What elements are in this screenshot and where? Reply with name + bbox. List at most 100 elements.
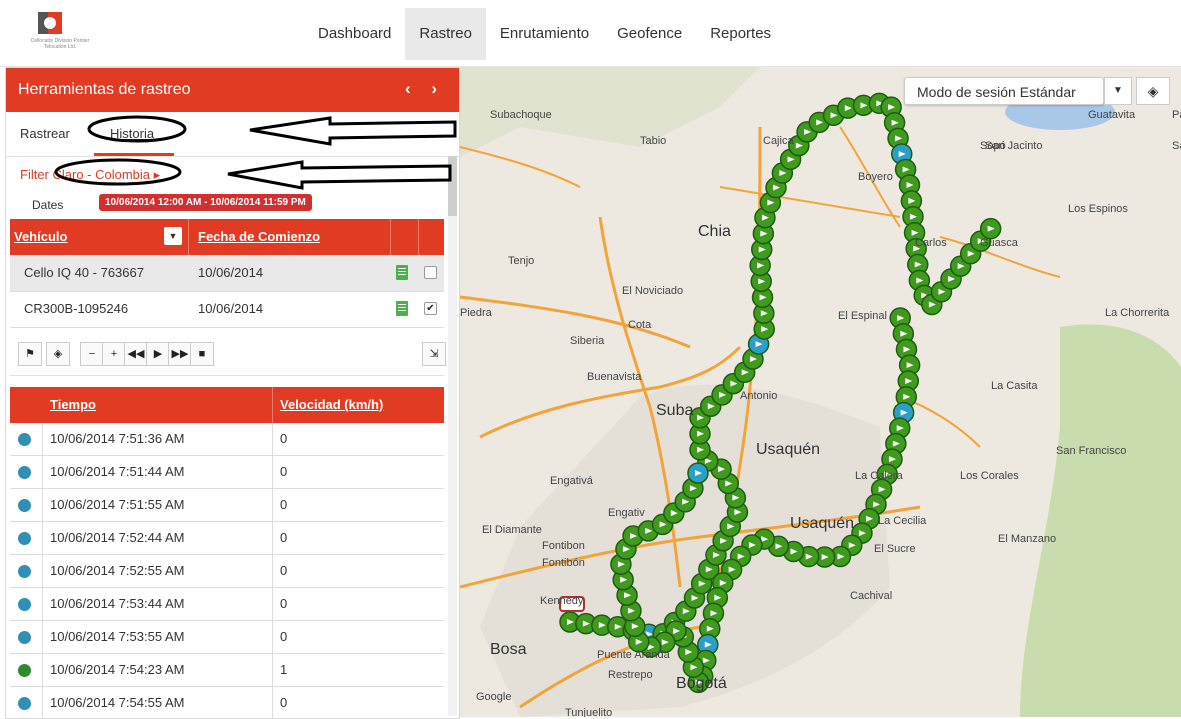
track-row[interactable]: 10/06/2014 7:54:23 AM 1	[10, 654, 444, 687]
track-time: 10/06/2014 7:52:55 AM	[50, 563, 185, 578]
panel-title: Herramientas de rastreo	[18, 81, 191, 98]
map-place-label: Guasca	[980, 237, 1018, 249]
date-range-badge[interactable]: 10/06/2014 12:00 AM - 10/06/2014 11:59 P…	[99, 194, 312, 211]
map-place-label: Los Corales	[960, 470, 1019, 482]
nav-enrutamiento[interactable]: Enrutamiento	[486, 8, 603, 60]
track-speed: 0	[280, 629, 288, 644]
map-place-label: Guatavita	[1088, 109, 1136, 121]
column-divider	[42, 423, 43, 455]
nav-rastreo[interactable]: Rastreo	[405, 8, 486, 60]
map-place-label: Restrepo	[608, 669, 653, 681]
filter-link[interactable]: Filter Claro - Colombia ▸	[20, 167, 160, 183]
track-row[interactable]: 10/06/2014 7:53:44 AM 0	[10, 588, 444, 621]
track-row[interactable]: 10/06/2014 7:51:36 AM 0	[10, 423, 444, 456]
track-speed: 0	[280, 695, 288, 710]
panel-scrollbar[interactable]	[448, 156, 457, 716]
nav-reportes[interactable]: Reportes	[696, 8, 785, 60]
map-place-label: Cachival	[850, 590, 893, 602]
zoom-out-icon[interactable]: −	[80, 342, 104, 366]
column-divider	[272, 555, 273, 587]
map-place-label: Buenavista	[587, 371, 642, 383]
map-view[interactable]: SubachoqueTabioCajicaGuatavitaPaSopóSan …	[460, 67, 1181, 717]
map-place-label: San Francisco	[1056, 445, 1127, 457]
moving-status-icon	[18, 664, 31, 677]
play-icon[interactable]: ▶	[146, 342, 170, 366]
panel-header: Herramientas de rastreo ‹ ›	[6, 68, 459, 112]
stop-status-icon	[18, 532, 31, 545]
column-divider	[272, 423, 273, 455]
vehicle-checkbox[interactable]	[424, 266, 437, 279]
tab-rastrear[interactable]: Rastrear	[20, 126, 70, 141]
track-time: 10/06/2014 7:51:36 AM	[50, 431, 185, 446]
vehicle-dropdown-caret-icon[interactable]: ▼	[164, 227, 182, 245]
map-place-label: Tabio	[640, 135, 667, 147]
map-place-label: Cota	[628, 319, 652, 331]
map-place-label: El Diamante	[482, 524, 542, 536]
nav-dashboard[interactable]: Dashboard	[304, 8, 405, 60]
tab-historia[interactable]: Historia	[110, 126, 154, 141]
vehicle-checkbox[interactable]: ✔	[424, 302, 437, 315]
column-divider	[272, 654, 273, 686]
stop-status-icon	[18, 697, 31, 710]
track-row[interactable]: 10/06/2014 7:54:55 AM 0	[10, 687, 444, 718]
map-place-label: Bosa	[490, 641, 527, 658]
map-canvas	[460, 67, 1181, 717]
map-place-label: Boyero	[858, 171, 893, 183]
column-divider	[390, 219, 391, 255]
vehicle-column-header[interactable]: Vehículo	[14, 229, 67, 244]
stop-status-icon	[18, 466, 31, 479]
export-icon[interactable]: ⇲	[422, 342, 446, 366]
track-row[interactable]: 10/06/2014 7:52:44 AM 0	[10, 522, 444, 555]
time-column-header[interactable]: Tiempo	[50, 397, 96, 412]
map-place-label: Sar	[1172, 140, 1181, 152]
vehicle-row[interactable]: CR300B-1095246 10/06/2014 ✔	[10, 291, 444, 328]
session-mode-caret-icon[interactable]: ▼	[1104, 77, 1132, 105]
map-place-label: El Noviciado	[622, 285, 684, 297]
visibility-toggle-icon[interactable]: ◈	[1136, 77, 1170, 105]
speed-column-header[interactable]: Velocidad (km/h)	[280, 397, 383, 412]
map-place-label: Kennedy	[540, 595, 584, 607]
main-nav: Dashboard Rastreo Enrutamiento Geofence …	[304, 8, 785, 60]
dates-label: Dates	[32, 198, 64, 212]
track-speed: 0	[280, 464, 288, 479]
track-row[interactable]: 10/06/2014 7:52:55 AM 0	[10, 555, 444, 588]
hide-icon[interactable]: ◈	[46, 342, 70, 366]
nav-geofence[interactable]: Geofence	[603, 8, 696, 60]
active-tab-indicator	[94, 153, 174, 156]
report-doc-icon[interactable]	[396, 301, 408, 316]
column-divider	[272, 522, 273, 554]
session-mode-select[interactable]: Modo de sesión Estándar	[904, 77, 1104, 105]
zoom-in-icon[interactable]: +	[102, 342, 126, 366]
logo-mark-icon	[38, 12, 62, 34]
panel-collapse-arrows-icon[interactable]: ‹ ›	[405, 79, 445, 99]
logo-text: Cellocator Division Pointer Telocation L…	[30, 38, 90, 50]
rewind-icon[interactable]: ◀◀	[124, 342, 148, 366]
map-place-label: Tenjo	[508, 255, 535, 267]
track-speed: 1	[280, 662, 288, 677]
vehicle-start-date: 10/06/2014	[198, 265, 264, 280]
track-speed: 0	[280, 530, 288, 545]
map-place-label: El Manzano	[998, 533, 1057, 545]
track-row[interactable]: 10/06/2014 7:53:55 AM 0	[10, 621, 444, 654]
map-place-label: Los Espinos	[1068, 203, 1128, 215]
map-place-label: Google	[476, 691, 512, 703]
map-place-label: Usaquén	[790, 515, 855, 532]
map-place-label: Bogotá	[676, 675, 727, 692]
map-place-label: Puente Aranda	[597, 649, 670, 661]
track-row[interactable]: 10/06/2014 7:51:55 AM 0	[10, 489, 444, 522]
column-divider	[42, 654, 43, 686]
column-divider	[42, 621, 43, 653]
report-doc-icon[interactable]	[396, 265, 408, 280]
fast-forward-icon[interactable]: ▶▶	[168, 342, 192, 366]
map-place-label: San Jacinto	[985, 140, 1043, 152]
map-place-label: Suba	[656, 402, 694, 419]
vehicle-row[interactable]: Cello IQ 40 - 763667 10/06/2014	[10, 255, 444, 292]
column-divider	[42, 489, 43, 521]
panel-scrollbar-thumb[interactable]	[448, 156, 457, 216]
track-row[interactable]: 10/06/2014 7:51:44 AM 0	[10, 456, 444, 489]
stop-icon[interactable]: ■	[190, 342, 214, 366]
flag-icon[interactable]: ⚑	[18, 342, 42, 366]
start-date-column-header[interactable]: Fecha de Comienzo	[198, 229, 320, 244]
column-divider	[272, 456, 273, 488]
brand-logo[interactable]: Cellocator Division Pointer Telocation L…	[24, 10, 94, 50]
